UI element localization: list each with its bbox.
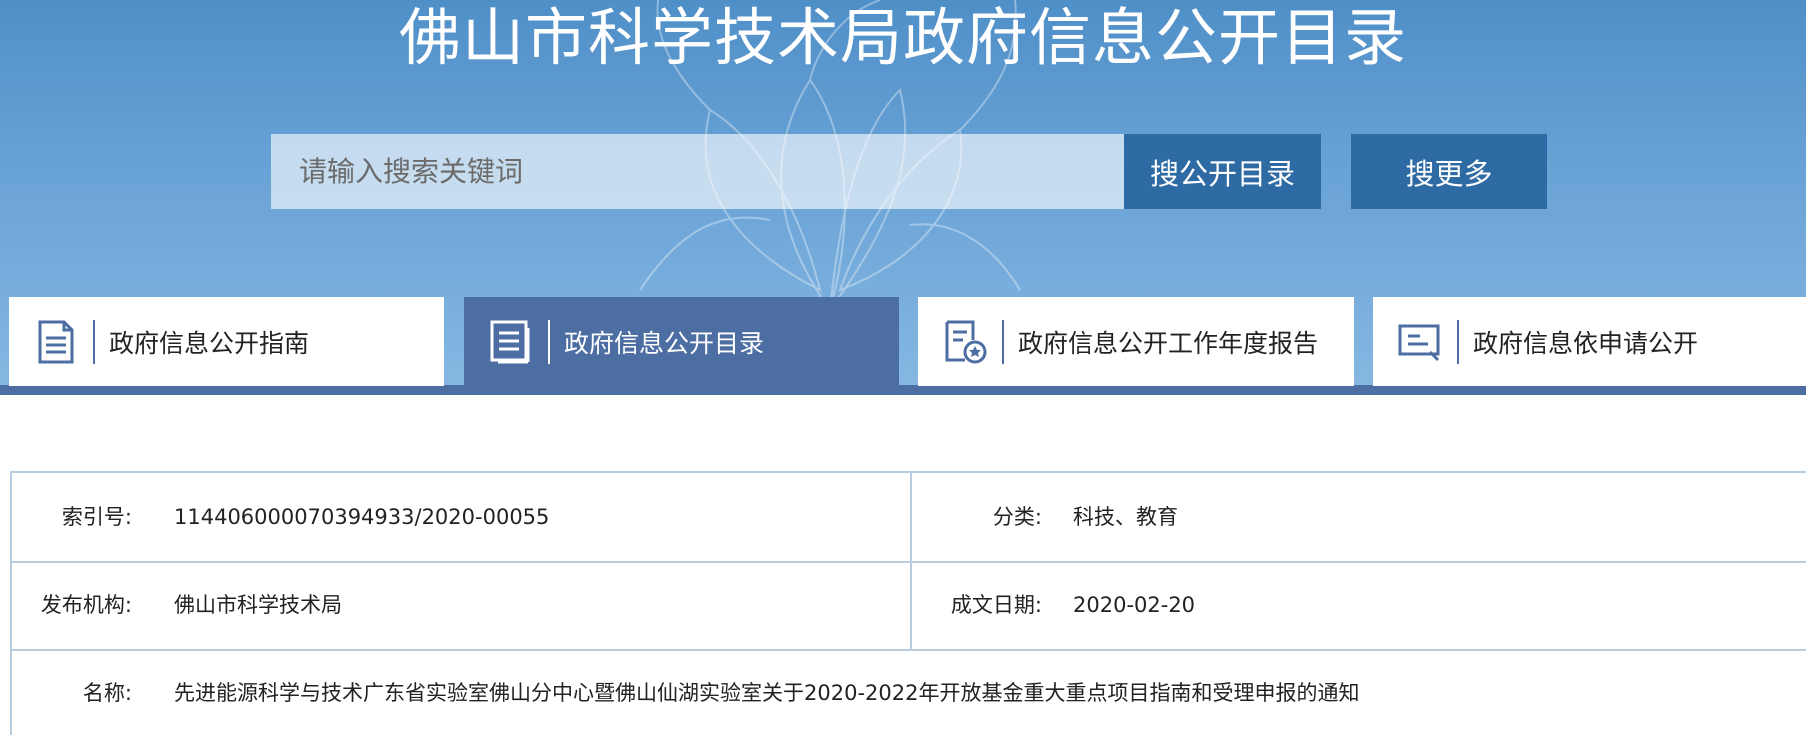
name-label: 名称:: [82, 681, 132, 705]
nav-tab-guide[interactable]: 政府信息公开指南: [9, 297, 444, 386]
category-label: 分类:: [992, 505, 1042, 529]
nav-tab-catalog[interactable]: 政府信息公开目录: [464, 297, 899, 386]
nav-separator: [1002, 319, 1004, 364]
application-form-icon: [1397, 319, 1443, 365]
search-input[interactable]: [271, 134, 1124, 209]
index-value: 114406000070394933/2020-00055: [174, 505, 550, 529]
page-title: 佛山市科学技术局政府信息公开目录: [398, 1, 1407, 74]
catalog-icon: [488, 319, 534, 365]
meta-row-index: 索引号: 114406000070394933/2020-00055 分类: 科…: [12, 473, 1806, 563]
meta-row-publisher: 发布机构: 佛山市科学技术局 成文日期: 2020-02-20: [12, 561, 1806, 651]
nav-tab-annual-report[interactable]: 政府信息公开工作年度报告: [918, 297, 1354, 386]
nav-tab-apply[interactable]: 政府信息依申请公开: [1373, 297, 1806, 386]
search-catalog-button[interactable]: 搜公开目录: [1124, 134, 1321, 209]
banner-bottom-bar: [0, 385, 1806, 395]
nav-separator: [1457, 319, 1459, 364]
meta-row-name: 名称: 先进能源科学与技术广东省实验室佛山分中心暨佛山仙湖实验室关于2020-2…: [12, 649, 1806, 737]
index-label: 索引号:: [61, 505, 132, 529]
document-list-icon: [33, 319, 79, 365]
nav-label: 政府信息依申请公开: [1473, 328, 1699, 358]
column-divider: [910, 473, 912, 649]
category-value: 科技、教育: [1073, 505, 1178, 529]
nav-separator: [548, 319, 550, 364]
nav-label: 政府信息公开工作年度报告: [1018, 328, 1319, 358]
search-more-button[interactable]: 搜更多: [1351, 134, 1547, 209]
report-star-icon: [942, 319, 988, 365]
nav-label: 政府信息公开指南: [109, 328, 310, 358]
name-value: 先进能源科学与技术广东省实验室佛山分中心暨佛山仙湖实验室关于2020-2022年…: [174, 681, 1360, 705]
date-value: 2020-02-20: [1073, 593, 1196, 617]
nav-label: 政府信息公开目录: [564, 328, 765, 358]
header-banner: 佛山市科学技术局政府信息公开目录 搜公开目录 搜更多 政府信息公开指南: [0, 0, 1806, 395]
nav-separator: [93, 319, 95, 364]
date-label: 成文日期:: [950, 593, 1042, 617]
document-meta-table: 索引号: 114406000070394933/2020-00055 分类: 科…: [10, 471, 1806, 735]
publisher-value: 佛山市科学技术局: [174, 593, 342, 617]
publisher-label: 发布机构:: [40, 593, 132, 617]
